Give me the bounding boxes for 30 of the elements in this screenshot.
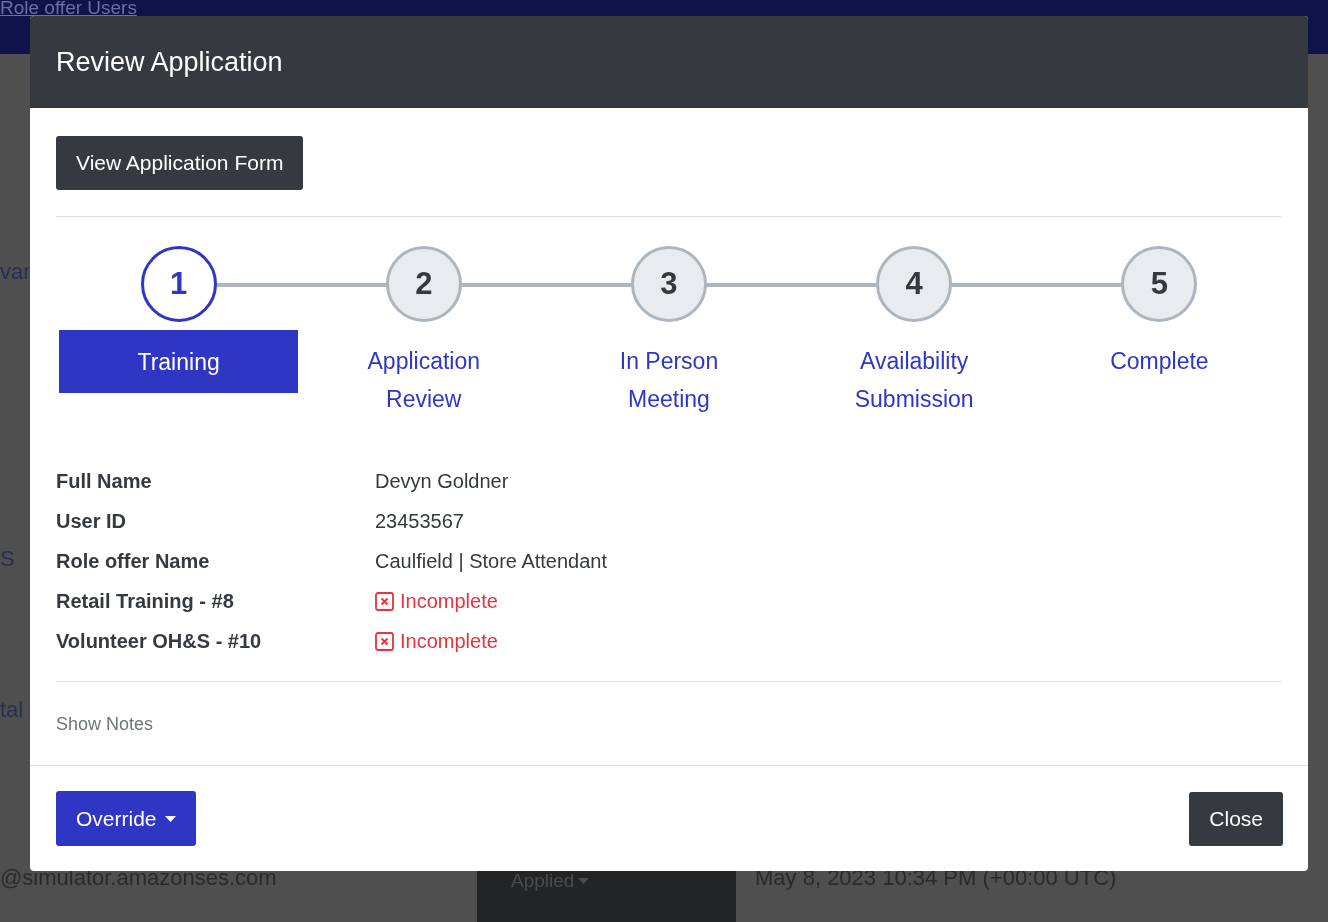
- caret-icon: [164, 815, 176, 822]
- x-square-icon: [375, 631, 394, 651]
- status-text: Incomplete: [400, 589, 498, 614]
- field-label: Volunteer OH&S - #10: [56, 629, 263, 654]
- field-label: Role offer Name: [56, 549, 211, 574]
- step-tab[interactable]: Application Review: [348, 330, 499, 418]
- field-label: Full Name: [56, 469, 153, 494]
- step-tab[interactable]: Complete: [1110, 330, 1209, 380]
- field-label: Retail Training - #8: [56, 589, 235, 614]
- step-number: 4: [876, 246, 953, 322]
- view-form-button[interactable]: View Application Form: [56, 136, 304, 190]
- caret-icon: [578, 878, 590, 884]
- dialog-title: Review Application: [56, 46, 283, 78]
- field-value: Caulfield | Store Attendant: [375, 549, 608, 574]
- show-notes-link[interactable]: Show Notes: [56, 682, 154, 735]
- step-number: 5: [1121, 246, 1198, 322]
- step-tab[interactable]: Availability Submission: [839, 330, 990, 418]
- step-tab[interactable]: Training: [59, 330, 299, 393]
- step-tab[interactable]: In Person Meeting: [594, 330, 744, 418]
- status-text: Incomplete: [400, 629, 498, 654]
- override-dropdown-button[interactable]: Override: [56, 791, 196, 846]
- x-square-icon: [375, 591, 394, 611]
- step-number: 1: [140, 246, 217, 322]
- close-button[interactable]: Close: [1189, 791, 1283, 846]
- field-label: User ID: [56, 509, 128, 534]
- role-offer-users-link[interactable]: Role offer Users: [0, 0, 137, 16]
- field-value: 23453567: [375, 509, 465, 534]
- step-number: 2: [385, 246, 462, 322]
- step-number: 3: [631, 246, 707, 322]
- field-value: Devyn Goldner: [375, 469, 510, 494]
